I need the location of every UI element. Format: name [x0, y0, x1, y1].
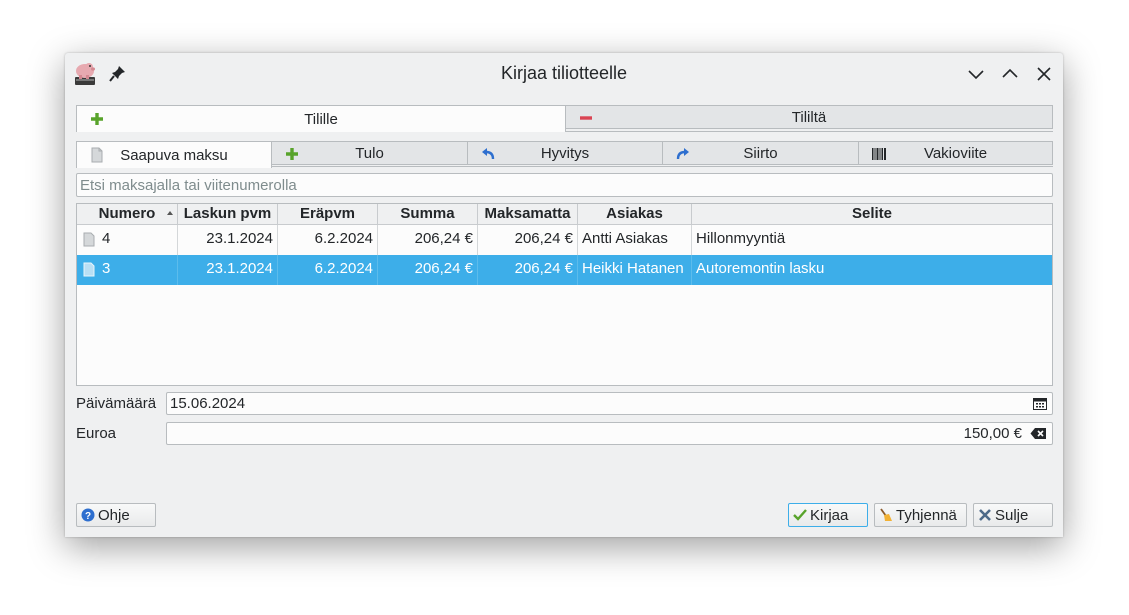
tab-tilille[interactable]: Tilille	[76, 105, 566, 132]
date-field[interactable]: 15.06.2024	[166, 392, 1053, 415]
date-label: Päivämäärä	[76, 395, 157, 412]
post-button[interactable]: Kirjaa	[788, 503, 868, 527]
minimize-button[interactable]	[966, 64, 986, 84]
amount-value: 150,00 €	[963, 425, 1022, 442]
tab-saapuva-maksu[interactable]: Saapuva maksu	[76, 141, 272, 168]
table-row-selected[interactable]: 3 23.1.2024 6.2.2024 206,24 € 206,24 € H…	[77, 255, 1052, 285]
amount-field[interactable]: 150,00 €	[166, 422, 1053, 445]
checkmark-icon	[793, 509, 807, 521]
tab-hyvitys-label: Hyvitys	[540, 144, 590, 162]
cell-asiakas: Antti Asiakas	[578, 225, 692, 255]
tab-tilille-label: Tilille	[304, 110, 338, 128]
cell-summa: 206,24 €	[378, 255, 478, 285]
cell-erapvm: 6.2.2024	[278, 225, 378, 255]
title-bar[interactable]: Kirjaa tiliotteelle	[65, 53, 1063, 95]
clear-button-label: Tyhjennä	[896, 506, 957, 524]
column-header-numero[interactable]: Numero	[77, 204, 178, 224]
broom-icon	[880, 508, 892, 521]
cell-numero-text: 4	[102, 230, 111, 247]
amount-label: Euroa	[76, 425, 117, 442]
barcode-icon	[872, 148, 886, 160]
plus-icon	[91, 113, 103, 125]
cell-maksamatta: 206,24 €	[478, 255, 578, 285]
tab-tulo[interactable]: Tulo	[271, 141, 468, 165]
close-icon	[1037, 67, 1051, 81]
tab-tulo-label: Tulo	[355, 144, 384, 162]
cell-numero: 3	[77, 255, 178, 285]
cell-selite: Hillonmyyntiä	[696, 230, 786, 247]
window-title: Kirjaa tiliotteelle	[500, 63, 628, 83]
column-header-maksamatta[interactable]: Maksamatta	[478, 204, 578, 224]
cell-numero-text: 3	[102, 260, 111, 277]
tab-siirto[interactable]: Siirto	[662, 141, 859, 165]
document-icon	[91, 147, 103, 163]
column-header-summa[interactable]: Summa	[378, 204, 478, 224]
help-button[interactable]: ? Ohje	[76, 503, 156, 527]
date-value: 15.06.2024	[170, 395, 246, 412]
cell-selite: Autoremontin lasku	[696, 260, 825, 277]
calendar-icon[interactable]	[1033, 397, 1047, 410]
chevron-down-icon	[968, 70, 984, 80]
help-icon: ?	[81, 508, 95, 522]
cell-laskun-pvm: 23.1.2024	[178, 255, 278, 285]
post-button-label: Kirjaa	[810, 506, 849, 524]
close-button-label: Sulje	[995, 506, 1029, 524]
column-header-asiakas[interactable]: Asiakas	[578, 204, 692, 224]
close-button[interactable]: Sulje	[973, 503, 1053, 527]
cell-maksamatta: 206,24 €	[478, 225, 578, 255]
tab-tililta-label: Tililtä	[791, 108, 827, 126]
column-header-laskun-pvm[interactable]: Laskun pvm	[178, 204, 278, 224]
close-window-button[interactable]	[1034, 64, 1054, 84]
tab-siirto-label: Siirto	[743, 144, 778, 162]
close-icon	[979, 509, 991, 521]
column-header-numero-label: Numero	[98, 205, 156, 222]
cell-laskun-pvm: 23.1.2024	[178, 225, 278, 255]
document-icon	[83, 232, 95, 247]
chevron-up-icon	[1002, 68, 1018, 78]
clear-backspace-icon[interactable]	[1030, 427, 1047, 440]
minus-icon	[580, 116, 592, 120]
plus-icon	[286, 148, 298, 160]
table-header: Numero Laskun pvm Eräpvm Summa Maksamatt…	[77, 204, 1052, 225]
invoice-table[interactable]: Numero Laskun pvm Eräpvm Summa Maksamatt…	[76, 203, 1053, 386]
svg-text:?: ?	[85, 511, 91, 522]
redo-arrow-icon	[676, 148, 689, 160]
cell-asiakas: Heikki Hatanen	[578, 255, 692, 285]
sort-ascending-icon	[167, 211, 173, 215]
table-row[interactable]: 4 23.1.2024 6.2.2024 206,24 € 206,24 € A…	[77, 225, 1052, 255]
direction-tabbar: Tilille Tililtä	[76, 105, 1053, 132]
maximize-button[interactable]	[1000, 64, 1020, 84]
cell-erapvm: 6.2.2024	[278, 255, 378, 285]
help-button-label: Ohje	[98, 506, 130, 524]
dialog-window: Kirjaa tiliotteelle Tilille Tililtä Saap…	[65, 53, 1063, 537]
cell-numero: 4	[77, 225, 178, 255]
undo-arrow-icon	[482, 148, 495, 160]
clear-button[interactable]: Tyhjennä	[874, 503, 967, 527]
column-header-erapvm[interactable]: Eräpvm	[278, 204, 378, 224]
search-input[interactable]	[76, 173, 1053, 197]
tab-hyvitys[interactable]: Hyvitys	[467, 141, 663, 165]
column-header-selite[interactable]: Selite	[692, 204, 1052, 224]
type-tabbar: Saapuva maksu Tulo Hyvitys Siirto Vakiov…	[76, 141, 1053, 168]
tab-vakioviite[interactable]: Vakioviite	[858, 141, 1053, 165]
tab-tililta[interactable]: Tililtä	[565, 105, 1053, 129]
cell-summa: 206,24 €	[378, 225, 478, 255]
document-icon	[83, 262, 95, 277]
tab-vakioviite-label: Vakioviite	[923, 144, 988, 162]
tab-saapuva-maksu-label: Saapuva maksu	[120, 146, 228, 164]
